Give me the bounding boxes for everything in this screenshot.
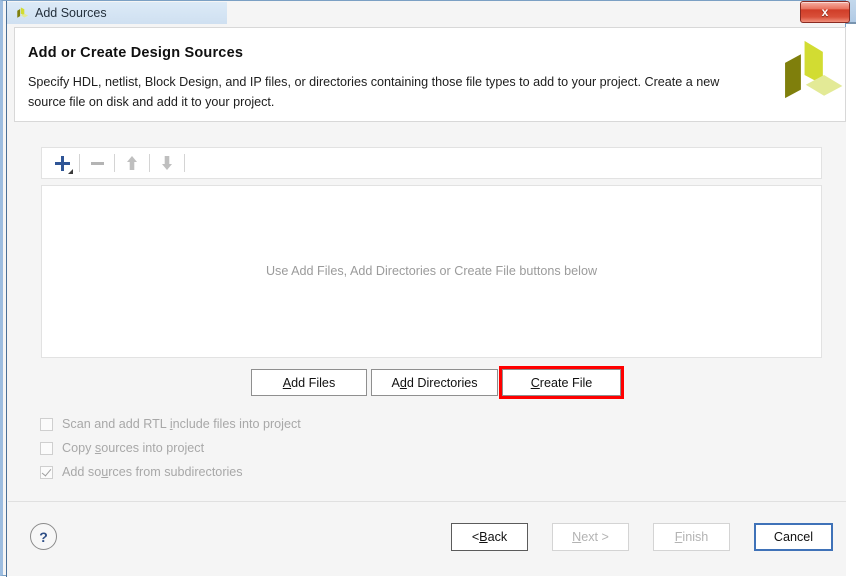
help-button[interactable]: ? <box>30 523 57 550</box>
screenshot-root: Sources Project Summary Add Sources Add … <box>0 0 856 578</box>
add-files-button[interactable]: Add Files <box>251 369 367 396</box>
close-icon: x <box>821 5 829 19</box>
finish-label: inish <box>682 530 709 544</box>
add-directories-mnemonic: d <box>399 375 407 390</box>
source-list-empty-message: Use Add Files, Add Directories or Create… <box>265 264 598 278</box>
add-directories-button[interactable]: Add Directories <box>371 369 498 396</box>
checkbox-scan-rtl-include[interactable] <box>40 417 53 431</box>
dialog-titlebar[interactable]: Add Sources <box>7 2 227 24</box>
cancel-label: Cancel <box>773 530 814 544</box>
next-label: ext > <box>581 530 609 544</box>
close-button[interactable]: x <box>800 1 850 23</box>
dialog-title: Add Sources <box>35 6 107 20</box>
create-file-button[interactable]: Create File <box>502 369 621 396</box>
source-list[interactable]: Use Add Files, Add Directories or Create… <box>41 185 822 358</box>
checkbox-copy-sources[interactable] <box>40 441 53 455</box>
back-label-pre: < <box>471 530 480 544</box>
page-title: Add or Create Design Sources <box>28 45 244 61</box>
source-list-toolbar <box>41 147 822 179</box>
question-mark-icon: ? <box>39 528 48 545</box>
toolbar-separator <box>79 154 80 172</box>
option-copy-sources[interactable]: Copy sources into project <box>40 436 301 460</box>
vivado-logo-icon <box>767 36 847 119</box>
create-file-mnemonic: C <box>530 375 540 390</box>
create-file-button-wrapper: Create File <box>499 366 624 399</box>
next-button[interactable]: Next > <box>552 523 629 551</box>
finish-mnemonic: F <box>674 530 683 544</box>
page-description: Specify HDL, netlist, Block Design, and … <box>28 75 720 109</box>
option-scan-rtl-include-label: Scan and add RTL include files into proj… <box>62 417 301 431</box>
option-scan-rtl-include[interactable]: Scan and add RTL include files into proj… <box>40 412 301 436</box>
dialog-header-panel: Add or Create Design Sources Specify HDL… <box>14 27 846 122</box>
remove-source-button[interactable] <box>83 150 111 176</box>
checkbox-add-subdirectories[interactable] <box>40 465 53 479</box>
cancel-button[interactable]: Cancel <box>754 523 833 551</box>
move-up-button[interactable] <box>118 150 146 176</box>
option-add-subdirectories[interactable]: Add sources from subdirectories <box>40 460 301 484</box>
toolbar-separator <box>149 154 150 172</box>
toolbar-separator <box>184 154 185 172</box>
back-button[interactable]: < Back <box>451 523 528 551</box>
next-mnemonic: N <box>572 530 582 544</box>
arrow-down-icon <box>162 156 172 170</box>
add-directories-label: d Directories <box>406 375 478 390</box>
create-file-label: reate File <box>539 375 593 390</box>
move-down-button[interactable] <box>153 150 181 176</box>
add-directories-label-pre: A <box>391 375 400 390</box>
option-add-subdirectories-label: Add sources from subdirectories <box>62 465 243 479</box>
add-source-button[interactable] <box>48 150 76 176</box>
source-action-buttons: Add Files Add Directories Create File <box>251 366 624 399</box>
back-label: ack <box>487 530 508 544</box>
vivado-logo-icon <box>14 6 29 21</box>
option-copy-sources-label: Copy sources into project <box>62 441 205 455</box>
wizard-navigation-buttons: < Back Next > Finish Cancel <box>451 523 833 551</box>
toolbar-separator <box>114 154 115 172</box>
add-files-mnemonic: A <box>282 375 292 390</box>
add-sources-dialog: Add Sources Add or Create Design Sources… <box>0 0 846 577</box>
minus-icon <box>90 161 104 165</box>
finish-button[interactable]: Finish <box>653 523 730 551</box>
source-options: Scan and add RTL include files into proj… <box>40 412 301 484</box>
arrow-up-icon <box>127 156 137 170</box>
caret-down-icon <box>68 169 73 174</box>
add-files-label: dd Files <box>291 375 336 390</box>
back-mnemonic: B <box>479 530 488 544</box>
